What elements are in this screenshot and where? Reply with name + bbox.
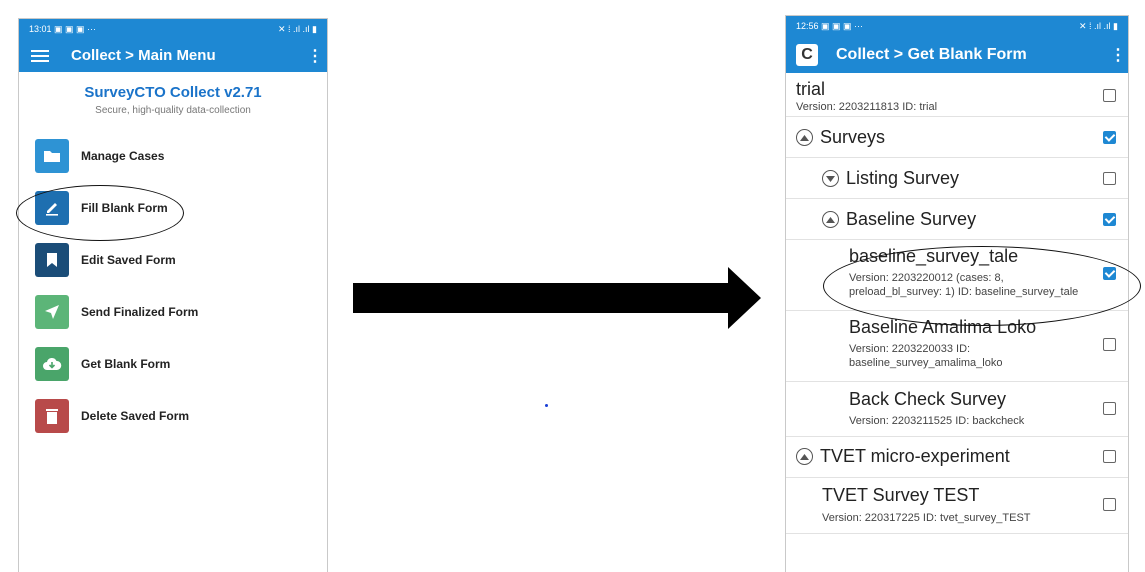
form-checkbox[interactable] xyxy=(1103,402,1116,415)
status-left: 12:56 ▣ ▣ ▣ ··· xyxy=(796,21,863,32)
group-line: TVET micro-experiment xyxy=(796,446,1010,467)
overflow-menu-icon[interactable]: ⋮ xyxy=(1110,45,1126,65)
status-bar: 12:56 ▣ ▣ ▣ ··· ✕ ⁞ .ıl .ıl ▮ xyxy=(786,16,1128,36)
group-row-listing-survey[interactable]: Listing Survey xyxy=(786,158,1128,199)
collect-logo: C xyxy=(796,43,818,66)
send-icon xyxy=(35,295,69,329)
form-checkbox[interactable] xyxy=(1103,498,1116,511)
form-version: Version: 2203220012 (cases: 8, xyxy=(849,272,1004,284)
expand-chevron-icon[interactable] xyxy=(822,170,839,187)
group-row-baseline-survey[interactable]: Baseline Survey xyxy=(786,199,1128,240)
menu-item-delete-saved-form[interactable]: Delete Saved Form xyxy=(19,390,327,442)
collapse-chevron-icon[interactable] xyxy=(796,129,813,146)
status-time: 13:01 xyxy=(29,23,52,34)
status-bar: 13:01 ▣ ▣ ▣ ··· ✕ ⁞ .ıl .ıl ▮ xyxy=(19,19,327,39)
menu-item-label: Edit Saved Form xyxy=(81,253,176,267)
group-row-tvet-micro-experiment[interactable]: TVET micro-experiment xyxy=(786,437,1128,478)
menu-item-fill-blank-form[interactable]: Fill Blank Form xyxy=(19,182,327,234)
edit-icon xyxy=(35,191,69,225)
status-time: 12:56 xyxy=(796,20,819,31)
menu-item-send-finalized-form[interactable]: Send Finalized Form xyxy=(19,286,327,338)
form-version: Version: 2203211813 ID: trial xyxy=(796,101,938,113)
collapse-chevron-icon[interactable] xyxy=(822,211,839,228)
notification-icons: ▣ ▣ ▣ ··· xyxy=(821,20,864,31)
hamburger-menu-icon[interactable] xyxy=(31,49,49,62)
menu-item-label: Fill Blank Form xyxy=(81,201,168,215)
form-title: trial xyxy=(796,79,826,99)
form-title: Back Check Survey xyxy=(849,389,1007,409)
group-title: Surveys xyxy=(820,127,886,147)
group-checkbox[interactable] xyxy=(1103,213,1116,226)
folder-icon xyxy=(35,139,69,173)
group-line: Baseline Survey xyxy=(822,209,976,230)
app-bar-title: Collect > Main Menu xyxy=(71,47,216,64)
group-title: Listing Survey xyxy=(846,168,960,188)
form-row-back-check-survey[interactable]: Back Check Survey Version: 2203211525 ID… xyxy=(786,382,1128,437)
brand-name: SurveyCTO Collect v2.71 xyxy=(84,84,262,101)
system-icons: ✕ ⁞ .ıl .ıl ▮ xyxy=(278,23,317,34)
collapse-chevron-icon[interactable] xyxy=(796,448,813,465)
notification-icons: ▣ ▣ ▣ ··· xyxy=(54,23,97,34)
right-arrow-icon xyxy=(353,267,761,329)
form-row-tvet-survey-test[interactable]: TVET Survey TEST Version: 220317225 ID: … xyxy=(786,478,1128,534)
menu-item-label: Get Blank Form xyxy=(81,357,171,371)
stray-dot xyxy=(545,404,548,407)
menu-item-label: Delete Saved Form xyxy=(81,409,190,423)
form-title: TVET Survey TEST xyxy=(822,485,980,505)
form-checkbox[interactable] xyxy=(1103,89,1116,102)
form-title: Baseline Amalima Loko xyxy=(849,317,1037,337)
group-checkbox[interactable] xyxy=(1103,131,1116,144)
group-line: Listing Survey xyxy=(822,168,959,189)
form-version: Version: 220317225 ID: tvet_survey_TEST xyxy=(822,512,1031,524)
form-version: Version: 2203211525 ID: backcheck xyxy=(849,415,1025,427)
group-title: Baseline Survey xyxy=(846,209,977,229)
form-row-baseline-survey-tale[interactable]: baseline_survey_tale Version: 2203220012… xyxy=(786,240,1128,311)
bookmark-icon xyxy=(35,243,69,277)
app-bar: C Collect > Get Blank Form ⋮ xyxy=(786,36,1128,73)
brand-tagline: Secure, high-quality data-collection xyxy=(95,105,251,116)
menu-item-label: Manage Cases xyxy=(81,149,165,163)
menu-item-edit-saved-form[interactable]: Edit Saved Form xyxy=(19,234,327,286)
form-checkbox[interactable] xyxy=(1103,338,1116,351)
group-checkbox[interactable] xyxy=(1103,172,1116,185)
app-bar-title: Collect > Get Blank Form xyxy=(836,45,1027,63)
trash-icon xyxy=(35,399,69,433)
system-icons: ✕ ⁞ .ıl .ıl ▮ xyxy=(1079,20,1118,31)
group-line: Surveys xyxy=(796,127,885,148)
group-checkbox[interactable] xyxy=(1103,450,1116,463)
status-left: 13:01 ▣ ▣ ▣ ··· xyxy=(29,24,96,35)
form-version-continued: preload_bl_survey: 1) ID: baseline_surve… xyxy=(849,286,1079,298)
get-blank-form-screen: 12:56 ▣ ▣ ▣ ··· ✕ ⁞ .ıl .ıl ▮ C Collect … xyxy=(785,15,1129,572)
group-row-surveys[interactable]: Surveys xyxy=(786,117,1128,158)
menu-item-get-blank-form[interactable]: Get Blank Form xyxy=(19,338,327,390)
form-row-trial[interactable]: trial Version: 2203211813 ID: trial xyxy=(786,73,1128,117)
form-version-continued: baseline_survey_amalima_loko xyxy=(849,357,1003,369)
form-row-baseline-amalima-loko[interactable]: Baseline Amalima Loko Version: 220322003… xyxy=(786,311,1128,382)
group-title: TVET micro-experiment xyxy=(820,446,1010,466)
brand-header: SurveyCTO Collect v2.71 Secure, high-qua… xyxy=(19,72,327,116)
form-title: baseline_survey_tale xyxy=(849,246,1019,266)
main-menu-list: Manage Cases Fill Blank Form Edit Saved … xyxy=(19,130,327,442)
app-bar: Collect > Main Menu ⋮ xyxy=(19,39,327,72)
form-version: Version: 2203220033 ID: xyxy=(849,343,971,355)
main-menu-screen: 13:01 ▣ ▣ ▣ ··· ✕ ⁞ .ıl .ıl ▮ Collect > … xyxy=(18,18,328,572)
cloud-download-icon xyxy=(35,347,69,381)
menu-item-label: Send Finalized Form xyxy=(81,305,199,319)
form-checkbox[interactable] xyxy=(1103,267,1116,280)
menu-item-manage-cases[interactable]: Manage Cases xyxy=(19,130,327,182)
overflow-menu-icon[interactable]: ⋮ xyxy=(307,46,323,66)
